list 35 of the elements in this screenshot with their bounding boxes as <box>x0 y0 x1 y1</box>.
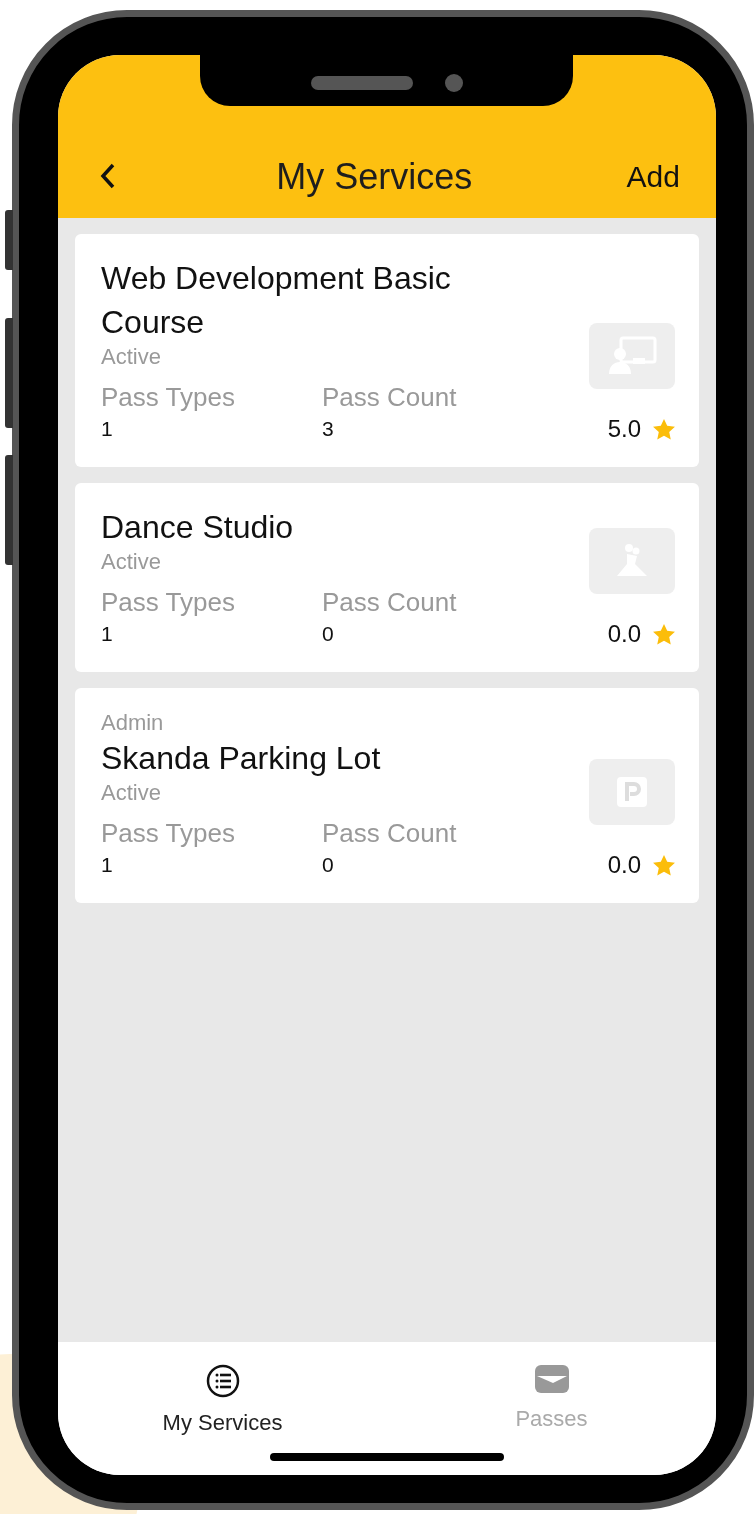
status-label: Active <box>101 780 162 806</box>
add-button[interactable]: Add <box>626 160 680 194</box>
stat-value: 0 <box>322 853 335 877</box>
stat-label: Pass Types <box>101 382 236 413</box>
status-label: Active <box>101 549 162 575</box>
rating-value: 0.0 <box>607 620 641 648</box>
service-card[interactable]: Dance Studio Active Pass Types 1 Pass Count 0 0.0 <box>75 483 699 672</box>
stat-label: Pass Count <box>322 818 458 849</box>
star-icon <box>653 418 675 440</box>
page-title: My Services <box>275 156 474 198</box>
star-icon <box>653 623 675 645</box>
star-icon <box>653 854 675 876</box>
service-name: Web Development Basic Course <box>101 259 452 342</box>
stat-label: Pass Count <box>322 587 458 618</box>
list-icon <box>205 1364 240 1398</box>
stat-value: 3 <box>322 417 335 441</box>
stat-value: 1 <box>101 622 114 646</box>
stat-label: Pass Types <box>101 818 236 849</box>
rating-value: 0.0 <box>607 851 641 879</box>
tab[interactable]: My Services <box>58 1342 387 1475</box>
stat-label: Pass Count <box>322 382 458 413</box>
stat-value: 1 <box>101 853 114 877</box>
stat-label: Pass Types <box>101 587 236 618</box>
wallet-icon <box>533 1364 570 1394</box>
status-label: Active <box>101 344 162 370</box>
rating-value: 5.0 <box>607 415 641 443</box>
service-name: Skanda Parking Lot <box>101 739 382 778</box>
role-label: Admin <box>101 710 165 736</box>
service-name: Dance Studio <box>101 508 295 547</box>
parking-icon <box>615 775 649 809</box>
stat-value: 0 <box>322 622 335 646</box>
camera <box>444 73 463 92</box>
service-card[interactable]: Admin Skanda Parking Lot Active Pass Types 1 Pass Count 0 0.0 <box>75 688 699 903</box>
service-card[interactable]: Web Development Basic Course Active Pass Types 1 Pass Count 3 5.0 <box>75 234 699 467</box>
stat-value: 1 <box>101 417 114 441</box>
